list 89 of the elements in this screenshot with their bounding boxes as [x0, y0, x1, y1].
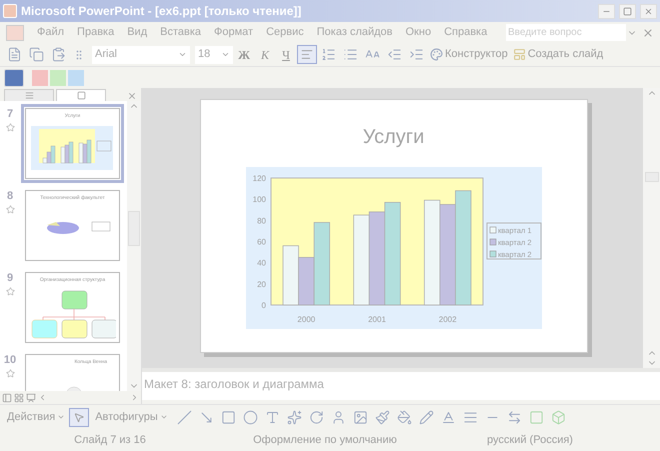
- slide-number: 10: [4, 353, 16, 368]
- actions-menu-button[interactable]: Действия: [4, 408, 68, 426]
- axis-category-label: 2002: [438, 315, 456, 324]
- font-field[interactable]: Arial: [92, 46, 190, 64]
- font-name: Arial: [95, 47, 118, 62]
- notes-pane[interactable]: Макет 8: заголовок и диаграмма: [142, 372, 660, 400]
- close-icon[interactable]: [127, 91, 137, 101]
- paste-icon[interactable]: [51, 47, 66, 62]
- palette-icon: [430, 48, 443, 61]
- outline-icon: [24, 91, 34, 100]
- slides-tab[interactable]: [56, 89, 106, 101]
- indent-increase-icon[interactable]: [409, 47, 424, 62]
- status-bar-text: Слайд 7 из 16: [73, 432, 147, 448]
- font-size-field[interactable]: 18: [195, 46, 233, 64]
- indent-decrease-icon[interactable]: [387, 47, 402, 62]
- font-size-value: 18: [198, 47, 210, 62]
- outline-tab[interactable]: [4, 89, 54, 101]
- vertical-scrollbar[interactable]: [643, 88, 660, 368]
- fill-color-icon[interactable]: [396, 410, 412, 424]
- rectangle-icon[interactable]: [220, 410, 236, 424]
- font-color-icon[interactable]: [440, 410, 456, 424]
- arrow-style-icon[interactable]: [506, 410, 522, 424]
- scroll-thumb[interactable]: [644, 172, 658, 182]
- axis-tick-label: 100: [252, 195, 266, 204]
- bold-button[interactable]: Ж: [234, 46, 254, 64]
- slide-number: 9: [6, 271, 14, 286]
- scroll-right-icon[interactable]: [130, 393, 139, 402]
- axis-category-label: 2000: [296, 315, 315, 324]
- slide-number: 8: [6, 189, 14, 204]
- underline-button[interactable]: Ч: [276, 46, 296, 64]
- axis-tick-label: 120: [252, 174, 266, 183]
- line-style-icon[interactable]: [462, 410, 478, 424]
- axis-tick-label: 0: [261, 301, 266, 310]
- slide-show-icon[interactable]: [26, 392, 36, 402]
- copy-icon[interactable]: [29, 47, 44, 62]
- 3d-icon[interactable]: [550, 410, 566, 424]
- autoshapes-menu-button[interactable]: Автофигуры: [90, 408, 173, 426]
- italic-button[interactable]: К: [255, 46, 275, 64]
- axis-tick-label: 40: [256, 258, 266, 268]
- menu-item[interactable]: Файл: [31, 24, 70, 41]
- close-button[interactable]: [640, 4, 657, 18]
- axis-tick-label: 80: [256, 216, 266, 226]
- notes-text: Макет 8: заголовок и диаграмма: [144, 376, 325, 393]
- axis-tick-label: 60: [256, 238, 266, 246]
- caret-icon[interactable]: [221, 50, 230, 59]
- scroll-left-icon[interactable]: [38, 393, 47, 402]
- oval-icon[interactable]: [242, 410, 258, 424]
- scroll-thumb[interactable]: [128, 211, 140, 246]
- menu-item[interactable]: Показ слайдов: [310, 24, 398, 41]
- status-bar-text: Оформление по умолчанию: [252, 432, 398, 448]
- designer-button[interactable]: Конструктор: [428, 46, 510, 63]
- animation-star-icon: [6, 368, 14, 378]
- slide-sorter-icon[interactable]: [14, 392, 24, 402]
- minimize-button[interactable]: [598, 4, 615, 18]
- slide-number: 7: [6, 107, 14, 122]
- new-slide-button[interactable]: Создать слайд: [510, 46, 606, 63]
- status-bar-text: русский (Россия): [486, 432, 574, 448]
- numbered-list-icon[interactable]: [321, 47, 336, 62]
- maximize-button[interactable]: [619, 4, 636, 18]
- slide-title: Услуги: [362, 125, 424, 150]
- caret-icon: [57, 413, 66, 421]
- axis-category-label: 2001: [368, 315, 386, 324]
- menu-item[interactable]: Вид: [121, 24, 154, 41]
- menu-item[interactable]: Вставка: [154, 24, 208, 41]
- caret-icon[interactable]: [178, 50, 187, 59]
- menu-item[interactable]: Окно: [400, 24, 438, 41]
- close-icon[interactable]: [642, 26, 654, 38]
- animation-star-icon: [6, 122, 14, 132]
- animation-star-icon: [6, 204, 14, 214]
- line-icon[interactable]: [176, 410, 192, 424]
- text-box-icon[interactable]: [264, 410, 280, 424]
- picture-icon[interactable]: [352, 410, 368, 424]
- caret-icon: [160, 413, 168, 421]
- align-left-button[interactable]: [297, 45, 317, 64]
- axis-tick-label: 20: [256, 280, 266, 289]
- normal-view-icon[interactable]: [2, 392, 12, 402]
- animation-star-icon: [6, 286, 14, 296]
- slide-icon: [76, 91, 86, 100]
- window-title: Microsoft PowerPoint - [ex6.ppt [только чтение]]: [21, 3, 302, 20]
- menu-item[interactable]: Правка: [71, 24, 120, 41]
- line-color-icon[interactable]: [418, 410, 434, 424]
- new-document-icon[interactable]: [7, 47, 22, 62]
- slide-layout-icon: [512, 48, 526, 61]
- arrow-icon[interactable]: [198, 410, 214, 424]
- menu-item[interactable]: Формат: [208, 24, 260, 41]
- menu-item[interactable]: Сервис: [260, 24, 310, 41]
- brush-icon[interactable]: [374, 410, 390, 424]
- menu-item[interactable]: Справка: [438, 24, 494, 41]
- select-pointer-button[interactable]: [69, 408, 90, 426]
